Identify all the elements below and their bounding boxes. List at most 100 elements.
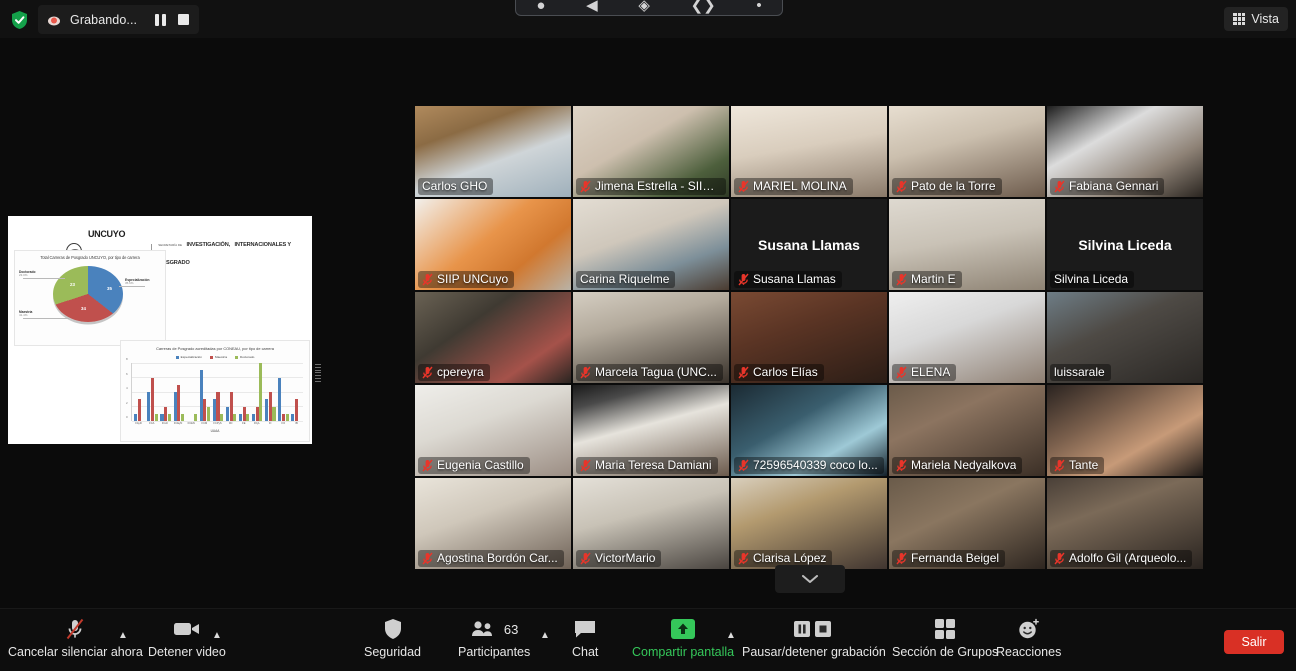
participant-name: Carina Riquelme [580,272,670,286]
pause-icon[interactable] [155,13,167,26]
pie-chart-plot: 35 34 23 Doctorado 23.0% Maestría 41.4% Es… [15,260,165,334]
microphone-muted-icon [1054,180,1065,192]
participant-name: Martin E [911,272,956,286]
participant-tile[interactable]: Agostina Bordón Car... [415,478,571,569]
participant-tile[interactable]: cpereyra [415,292,571,383]
participant-name-chip: Pato de la Torre [892,178,1002,195]
audio-options-caret-icon[interactable]: ▲ [118,631,128,641]
share-screen-button[interactable]: Compartir pantalla [632,617,734,659]
participant-tile[interactable]: Maria Teresa Damiani [573,385,729,476]
video-options-caret-icon[interactable]: ▲ [212,631,222,641]
bar-chart: Carreras de Posgrado acreditadas por CON… [120,340,310,442]
reactions-button[interactable]: Reacciones [996,617,1061,659]
participant-name-chip: Susana Llamas [734,271,842,288]
participant-name: Jimena Estrella - SIIP ... [595,179,720,193]
breakout-rooms-button[interactable]: Sección de Grupos [892,617,998,659]
participant-name: Clarisa López [753,551,827,565]
participant-tile[interactable]: 72596540339 coco lo... [731,385,887,476]
chat-button-label: Chat [572,645,599,659]
participant-tile[interactable]: Carina Riquelme [573,199,729,290]
microphone-muted-icon [422,366,433,378]
pie-value-doctorado: 23 [70,282,75,287]
bar [265,399,269,421]
participant-tile[interactable]: MARIEL MOLINA [731,106,887,197]
participant-tile[interactable]: Adolfo Gil (Arqueolo... [1047,478,1203,569]
participant-name: Carlos Elías [753,365,818,379]
pie-chart: Total Carreras de Posgrado UNCUYO, por t… [14,250,166,346]
participant-tile[interactable]: ELENA [889,292,1045,383]
participant-name: Susana Llamas [753,272,836,286]
microphone-muted-icon [580,180,591,192]
bar [242,406,246,421]
microphone-muted-icon [896,459,907,471]
video-camera-icon[interactable]: ● [536,0,545,13]
participant-tile[interactable]: Pato de la Torre [889,106,1045,197]
participant-tile[interactable]: VictorMario [573,478,729,569]
pie-label-especializacion: Especialización 35.6% [125,278,150,286]
bar [164,406,168,421]
participant-tile[interactable]: Tante [1047,385,1203,476]
participant-tile[interactable]: Silvina Liceda Silvina Liceda [1047,199,1203,290]
drag-grip-icon[interactable] [315,362,321,384]
shield-check-icon[interactable] [10,10,29,30]
participant-name: Agostina Bordón Car... [437,551,558,565]
x-tick-label: FCEN [187,422,195,425]
microphone-muted-icon [738,459,749,471]
bar-groups [133,363,303,421]
participant-name-chip: Tante [1050,457,1105,474]
security-button[interactable]: Seguridad [364,617,421,659]
participant-tile[interactable]: Susana Llamas Susana Llamas [731,199,887,290]
view-button-label: Vista [1251,12,1279,26]
x-tick-label: IB [295,422,298,425]
participant-tile[interactable]: Marcela Tagua (UNC... [573,292,729,383]
leave-meeting-button[interactable]: Salir [1224,630,1284,654]
share-options-caret-icon[interactable]: ▲ [726,631,736,641]
y-tick-label: 4 [126,386,128,390]
microphone-muted-icon [896,273,907,285]
participant-tile[interactable]: Clarisa López [731,478,887,569]
participant-tile[interactable]: Martin E [889,199,1045,290]
bar [154,413,158,421]
participant-name: Maria Teresa Damiani [595,458,712,472]
bar [137,399,142,421]
participants-caret-icon[interactable]: ▲ [540,631,550,641]
grid-scroll-down-button[interactable] [775,565,845,593]
microphone-muted-icon [64,617,86,641]
y-tick-label: 2 [126,400,128,405]
participant-tile[interactable]: Eugenia Castillo [415,385,571,476]
participant-name: Marcela Tagua (UNC... [595,365,717,379]
x-tick-label: FCAI [161,422,168,425]
participant-name-chip: cpereyra [418,364,490,381]
more-icon[interactable]: • [756,0,761,13]
chat-button[interactable]: Chat [572,617,598,659]
microphone-muted-icon [896,180,907,192]
participant-tile[interactable]: luissarale [1047,292,1203,383]
pause-stop-recording-button[interactable]: Pausar/detener grabación [742,617,886,659]
view-button[interactable]: Vista [1224,7,1288,31]
participant-tile[interactable]: SIIP UNCuyo [415,199,571,290]
participant-tile[interactable]: Mariela Nedyalkova [889,385,1045,476]
participant-tile[interactable]: Fabiana Gennari [1047,106,1203,197]
bar [220,413,224,421]
microphone-muted-icon [1054,459,1065,471]
legend-especializacion: Especialización [175,355,202,359]
participant-name-chip: Jimena Estrella - SIIP ... [576,178,726,195]
pie-value-maestria: 34 [81,306,86,311]
participants-button[interactable]: 63 Participantes [458,617,530,659]
participant-tile[interactable]: Carlos Elías [731,292,887,383]
recording-status-pill: Grabando... [38,5,200,34]
annotate-icon[interactable]: ❮❯ [691,0,716,13]
participant-name-chip: ELENA [892,364,957,381]
stop-icon[interactable] [178,14,190,25]
floating-meeting-toolbar[interactable]: ● ◀ ◈ ❮❯ • [515,0,783,16]
stop-video-label: Detener video [148,645,226,659]
pin-icon[interactable]: ◈ [638,0,650,13]
shield-icon [383,617,403,641]
participant-tile[interactable]: Jimena Estrella - SIIP ... [573,106,729,197]
microphone-icon[interactable]: ◀ [586,0,598,13]
bar [180,413,184,421]
recording-controls-label: Pausar/detener grabación [742,645,886,659]
participant-tile[interactable]: Carlos GHO [415,106,571,197]
participant-tile[interactable]: Fernanda Beigel [889,478,1045,569]
microphone-muted-icon [896,552,907,564]
